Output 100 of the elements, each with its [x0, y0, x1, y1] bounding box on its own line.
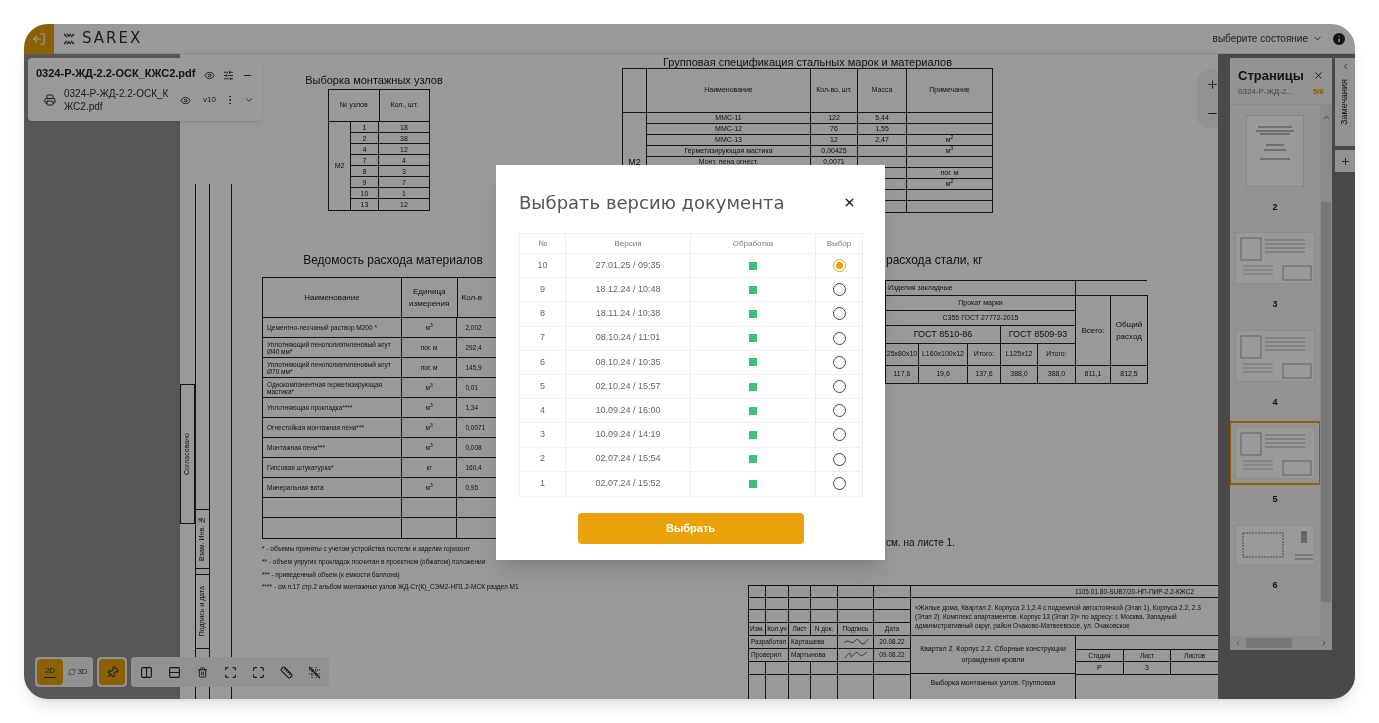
table-header: Кол-в — [460, 291, 484, 304]
ruler-icon — [279, 665, 293, 679]
page-number: 5 — [1272, 493, 1278, 506]
printer-icon — [44, 94, 56, 106]
info-icon[interactable] — [1331, 30, 1347, 47]
note-text: см. на листе 1. — [886, 536, 955, 550]
table-cell-text: 4 — [540, 403, 545, 417]
table-cell: 02.07.24 / 15:52 — [595, 477, 661, 491]
table-header: Наименование — [263, 278, 402, 317]
table-title: Групповая спецификация стальных марок и материалов — [661, 55, 954, 70]
table-cell: 18.11.24 / 10:38 — [595, 307, 661, 321]
version-row[interactable]: 5 02.10.24 / 15:57 — [520, 374, 862, 400]
page-number: 6 — [1272, 578, 1278, 592]
page-thumbnail[interactable] — [1235, 524, 1315, 565]
arrow-right-icon — [1320, 639, 1328, 647]
table-cell-text: 27.01.25 / 09:35 — [595, 258, 661, 272]
table-cell-text: 6 — [540, 355, 545, 369]
settings-icon[interactable] — [223, 70, 234, 81]
table-cell: 1 — [540, 477, 545, 491]
document-title: 0324-Р-ЖД-2.2-ОСК_КЖС2.pdf — [36, 66, 196, 80]
version-row[interactable]: 1 02.07.24 / 15:52 — [520, 471, 862, 496]
zoom-in-button[interactable] — [1206, 78, 1219, 91]
logo-mark-icon — [62, 31, 76, 46]
table-header: Общий расход — [1111, 296, 1148, 366]
version-row[interactable]: 10 27.01.25 / 09:35 — [520, 254, 862, 279]
exit-icon — [32, 31, 46, 46]
table-title: Ведомость расхода материалов — [302, 252, 484, 269]
signature-drawing — [842, 637, 869, 647]
exit-button[interactable] — [24, 24, 54, 54]
eye-icon[interactable] — [204, 70, 215, 81]
table-header: Единица измерения — [401, 278, 458, 317]
signature-drawing — [842, 650, 869, 660]
file-name: 0324-Р-ЖД-2.2-ОСК_КЖС2.pdf — [64, 87, 170, 113]
version-row[interactable]: 7 08.10.24 / 11:01 — [520, 326, 862, 351]
close-icon[interactable] — [1313, 70, 1324, 82]
table-header: ГОСТ 8510-86 — [886, 326, 1001, 344]
page-thumbnail[interactable] — [1235, 232, 1315, 284]
table-cell — [838, 598, 874, 610]
remarks-tab[interactable]: Замечания — [1335, 58, 1355, 146]
page-thumbnail[interactable] — [1235, 427, 1315, 479]
table-cell — [811, 598, 838, 610]
version-row[interactable]: 6 08.10.24 / 10:35 — [520, 350, 862, 375]
plus-icon — [1206, 78, 1219, 91]
table-cell: 18.12.24 / 10:48 — [595, 283, 661, 297]
page-thumbnail[interactable] — [1235, 329, 1315, 382]
page-counter: 5/6 — [1312, 85, 1324, 98]
table-cell: 3 — [540, 428, 545, 442]
table-cell — [789, 598, 811, 610]
table-cell: 2 — [540, 452, 545, 466]
table-title: Выборка монтажных узлов — [304, 73, 444, 88]
panel-title: Страницы — [1238, 67, 1304, 85]
close-button[interactable] — [843, 196, 856, 209]
version-row[interactable]: 3 10.09.24 / 14:19 — [520, 423, 862, 448]
version-row[interactable]: 4 10.09.24 / 16:00 — [520, 399, 862, 424]
table-cell: 7 — [540, 331, 545, 345]
page-number: 3 — [1272, 298, 1278, 311]
table-cell-text: 10 — [537, 258, 548, 272]
page-number: 4 — [1272, 395, 1278, 409]
version-row[interactable]: 2 02.07.24 / 15:54 — [520, 447, 862, 472]
tab-label: Замечания — [1338, 79, 1351, 125]
rows-icon — [167, 665, 181, 679]
state-select[interactable]: выберите состояние — [1212, 31, 1323, 46]
table-cell: 10.09.24 / 14:19 — [595, 428, 661, 442]
vertical-scrollbar[interactable] — [1320, 104, 1332, 636]
columns-icon — [139, 665, 153, 679]
file-name: 0324-Р-ЖД-2... — [1238, 85, 1294, 98]
version-row[interactable]: 9 18.12.24 / 10:48 — [520, 278, 862, 303]
horizontal-scrollbar[interactable] — [1230, 636, 1332, 650]
fit-screen-icon — [223, 665, 237, 679]
column-header: Обработка — [691, 234, 816, 253]
plus-icon — [1339, 155, 1351, 167]
table-cell-text: 10.09.24 / 16:00 — [595, 403, 661, 417]
column-header: Версия — [566, 234, 691, 253]
table-cell: 8 — [540, 307, 545, 321]
table-cell-text: 02.10.24 / 15:57 — [595, 379, 661, 393]
table-cell-text: 08.10.24 / 10:35 — [595, 355, 661, 369]
version-label: v10 — [203, 94, 216, 106]
column-header: № — [520, 234, 566, 253]
close-icon — [843, 196, 856, 209]
table-cell — [766, 598, 789, 610]
eye-icon[interactable] — [180, 94, 191, 106]
column-header: Выбор — [825, 237, 853, 250]
grid-off-icon — [307, 665, 321, 679]
table-cell: 9 — [540, 283, 545, 297]
logo-text: SAREX — [82, 28, 143, 50]
trash-icon — [196, 666, 208, 678]
table-header: ГОСТ 8509-93 — [1001, 326, 1076, 344]
3d-view-button[interactable]: 3D — [65, 659, 91, 685]
table-cell: 08.10.24 / 11:01 — [595, 331, 661, 345]
rotate-icon — [68, 668, 77, 676]
table-cell-text: 5 — [540, 379, 545, 393]
page-number: 2 — [1272, 200, 1278, 214]
version-row[interactable]: 8 18.11.24 / 10:38 — [520, 302, 862, 327]
page-thumbnail[interactable] — [1246, 114, 1304, 187]
table-title: расхода стали, кг — [886, 252, 983, 269]
expand-icon — [251, 665, 265, 679]
arrow-left-icon — [1234, 639, 1242, 647]
add-button[interactable] — [1335, 150, 1355, 172]
table-header: Всего: — [1076, 296, 1111, 366]
chevron-down-icon[interactable] — [243, 95, 254, 105]
